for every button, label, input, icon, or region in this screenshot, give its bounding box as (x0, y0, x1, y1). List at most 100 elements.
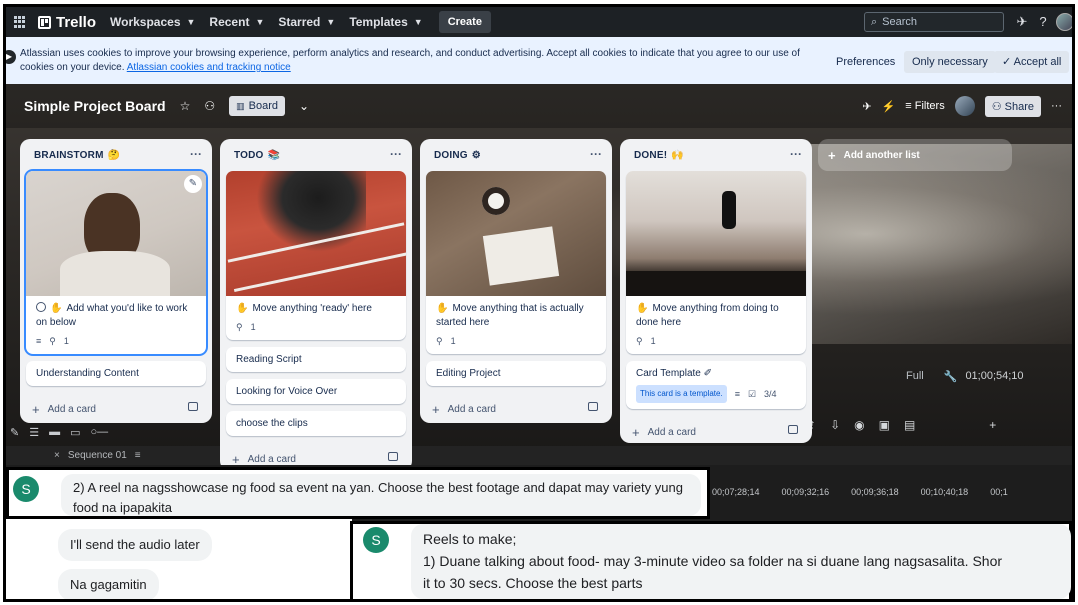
nav-recent[interactable]: Recent ▼ (209, 15, 264, 29)
card-understanding-content[interactable]: Understanding Content (26, 361, 206, 386)
preferences-button[interactable]: Preferences (828, 51, 903, 73)
chat-area: 00;07;28;14 00;09;32;16 00;09;36;18 00;1… (6, 465, 1072, 599)
close-icon[interactable]: × (54, 450, 60, 461)
list-brainstorm: BRAINSTORM 🤔 ··· ✎ ✋ Add what you'd like t… (20, 139, 212, 423)
nav-starred[interactable]: Starred ▼ (278, 15, 335, 29)
zoom-select[interactable]: Full (906, 370, 924, 382)
search-input[interactable]: ⌕ Search (864, 12, 1004, 32)
template-icon[interactable] (788, 425, 798, 434)
list-menu-icon[interactable]: ··· (190, 147, 202, 161)
accept-all-button[interactable]: ✓ Accept all (994, 51, 1070, 73)
app-switcher-icon[interactable] (14, 16, 26, 28)
extract-icon[interactable]: ⇩ (830, 418, 840, 432)
more-icon[interactable]: ··· (1051, 100, 1062, 112)
insert-icon[interactable]: ▣ (879, 418, 890, 432)
slider-icon[interactable]: ○— (91, 426, 109, 438)
plus-icon: + (32, 401, 40, 417)
trello-logo[interactable]: Trello (38, 14, 96, 31)
add-card-button[interactable]: + Add a card (226, 443, 406, 465)
chat-message: I'll send the audio later (58, 529, 212, 561)
filter-icon: ≡ (905, 100, 915, 112)
board-view-icon: ▥ (236, 100, 245, 111)
help-icon[interactable]: ? (1035, 14, 1051, 30)
template-icon[interactable] (188, 402, 198, 411)
list-menu-icon[interactable]: ··· (790, 147, 802, 161)
list-header[interactable]: TODO 📚 (226, 139, 406, 171)
card-cover[interactable]: ✋ Move anything that is actually started … (426, 171, 606, 354)
card-voice-over[interactable]: Looking for Voice Over (226, 379, 406, 404)
card-cover[interactable]: ✋ Move anything from doing to done here ⚲… (626, 171, 806, 354)
chat-message-block: S Reels to make; 1) Duane talking about … (350, 521, 1072, 599)
pen-icon[interactable]: ✎ (10, 426, 19, 439)
board-header: Simple Project Board ☆ ⚇ ▥ Board ⌄ ✈ ⚡ ≡ … (6, 84, 1072, 128)
attachment-icon: ⚲ (436, 336, 443, 346)
list-header[interactable]: DONE! 🙌 (626, 139, 806, 171)
card-template[interactable]: Card Template ✐ This card is a template.… (626, 361, 806, 409)
template-icon[interactable] (388, 452, 398, 461)
chevron-down-icon[interactable]: ⌄ (299, 99, 309, 113)
create-button[interactable]: Create (438, 11, 491, 33)
menu-icon[interactable]: ≡ (135, 450, 141, 461)
timecode: 01;00;54;10 (965, 370, 1024, 382)
lightning-icon[interactable]: ⚡ (882, 100, 896, 113)
bins-icon[interactable]: ▭ (70, 426, 80, 439)
folder-icon[interactable]: ▬ (49, 426, 60, 438)
wrench-icon[interactable]: 🔧 (944, 370, 958, 383)
camera-icon[interactable]: ◉ (854, 418, 864, 432)
checklist-icon: ☑ (747, 389, 757, 399)
filters-button[interactable]: ≡ Filters (905, 100, 944, 112)
list-menu-icon[interactable]: ··· (590, 147, 602, 161)
timeline-ruler: 00;07;28;14 00;09;32;16 00;09;36;18 00;1… (712, 487, 1008, 497)
plus-icon: + (232, 451, 240, 466)
share-button[interactable]: ⚇ Share (984, 95, 1041, 117)
chevron-down-icon: ▼ (413, 17, 423, 27)
add-card-button[interactable]: + Add a card (626, 416, 806, 448)
overwrite-icon[interactable]: ▤ (904, 418, 915, 432)
add-list-button[interactable]: + Add another list (818, 139, 1012, 171)
hand-icon: ✋ (50, 303, 63, 314)
user-avatar[interactable] (1056, 13, 1072, 31)
only-necessary-button[interactable]: Only necessary (904, 51, 996, 73)
star-icon[interactable]: ☆ (180, 99, 191, 113)
card-cover[interactable]: ✎ ✋ Add what you'd like to work on below … (26, 171, 206, 354)
cookie-text: Atlassian uses cookies to improve your b… (20, 48, 800, 73)
person-add-icon: ⚇ (991, 100, 1005, 113)
premiere-transport-controls: ⇪ ⇩ ◉ ▣ ▤ + (806, 414, 1072, 436)
sequence-label[interactable]: Sequence 01 (68, 450, 127, 461)
cookie-banner: ▶ Atlassian uses cookies to improve your… (6, 37, 1072, 84)
edit-icon[interactable]: ✎ (184, 175, 202, 193)
card-cover[interactable]: ✋ Move anything 'ready' here ⚲ 1 (226, 171, 406, 340)
member-avatar[interactable] (954, 96, 975, 116)
template-icon[interactable] (588, 402, 598, 411)
board-view-button[interactable]: ▥ Board (229, 96, 285, 116)
trello-logo-icon (38, 15, 51, 29)
visibility-icon[interactable]: ⚇ (204, 99, 215, 113)
nav-templates[interactable]: Templates ▼ (349, 15, 422, 29)
list-header[interactable]: DOING ⚙ (426, 139, 606, 171)
description-icon: ≡ (36, 336, 42, 346)
board-title[interactable]: Simple Project Board (24, 98, 166, 114)
chevron-down-icon: ▼ (186, 17, 196, 27)
card-cover-image (626, 171, 806, 296)
card-reading-script[interactable]: Reading Script (226, 347, 406, 372)
list-icon[interactable]: ☰ (29, 426, 39, 439)
chevron-right-icon[interactable]: ▶ (6, 50, 16, 64)
megaphone-icon[interactable]: ✈ (1014, 14, 1030, 30)
hand-icon: ✋ (436, 303, 449, 314)
cookie-notice-link[interactable]: Atlassian cookies and tracking notice (127, 62, 291, 73)
plus-icon[interactable]: + (989, 418, 996, 432)
hand-icon: ✋ (636, 303, 649, 314)
list-header[interactable]: BRAINSTORM 🤔 (26, 139, 206, 171)
description-icon: ≡ (734, 389, 740, 399)
complete-checkbox[interactable] (36, 302, 46, 312)
card-editing-project[interactable]: Editing Project (426, 361, 606, 386)
card-choose-clips[interactable]: choose the clips (226, 411, 406, 436)
nav-workspaces[interactable]: Workspaces ▼ (110, 15, 195, 29)
add-card-button[interactable]: + Add a card (26, 393, 206, 425)
rocket-icon[interactable]: ✈ (862, 100, 871, 113)
attachment-icon: ⚲ (49, 336, 56, 346)
premiere-sequence-tab: × Sequence 01 ≡ (6, 446, 1072, 465)
add-card-button[interactable]: + Add a card (426, 393, 606, 425)
card-cover-image (26, 171, 206, 296)
list-menu-icon[interactable]: ··· (390, 147, 402, 161)
